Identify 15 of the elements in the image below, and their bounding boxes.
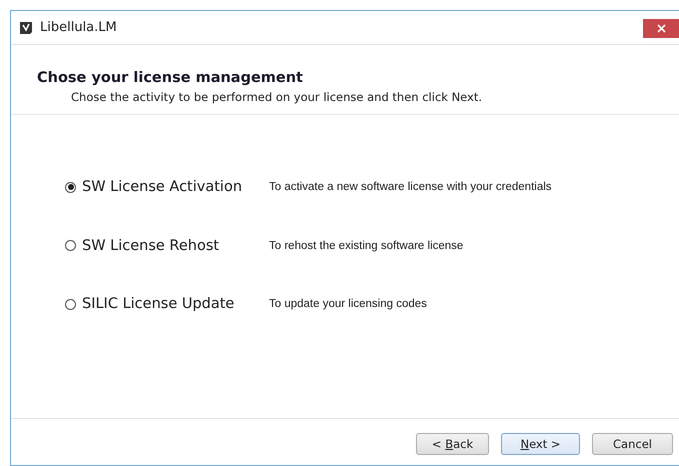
- page-subtitle: Chose the activity to be performed on your license and then click Next.: [71, 90, 482, 104]
- page-title: Chose your license management: [37, 70, 303, 86]
- radio-option[interactable]: SILIC License Update: [65, 296, 269, 312]
- radio-option[interactable]: SW License Activation: [65, 179, 269, 195]
- radio-option[interactable]: SW License Rehost: [65, 238, 269, 254]
- cancel-button[interactable]: Cancel: [592, 433, 673, 455]
- back-button[interactable]: < Back: [416, 433, 489, 455]
- option-description: To rehost the existing software license: [269, 240, 464, 252]
- app-icon: [19, 20, 33, 34]
- next-button[interactable]: Next >: [501, 433, 580, 455]
- close-button[interactable]: [643, 19, 679, 38]
- option-description: To activate a new software license with your credentials: [269, 181, 552, 193]
- window-title: Libellula.LM: [40, 20, 117, 35]
- close-icon: [656, 24, 666, 33]
- option-description: To update your licensing codes: [269, 298, 427, 310]
